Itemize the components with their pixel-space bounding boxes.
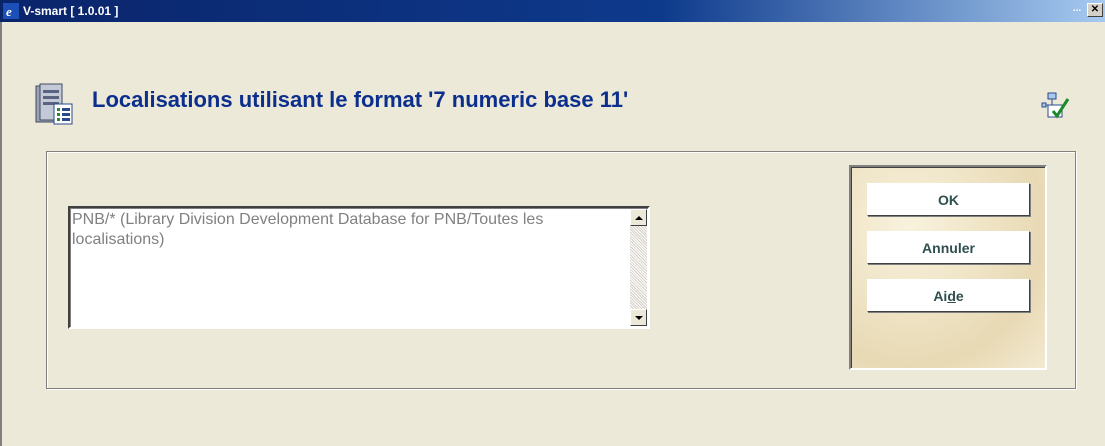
- arrow-down-icon: [634, 315, 643, 320]
- arrow-up-icon: [634, 215, 643, 220]
- minimize-button[interactable]: ...: [1069, 3, 1085, 17]
- database-list-icon: [35, 83, 73, 125]
- svg-text:e: e: [6, 4, 12, 19]
- help-label-prefix: Ai: [933, 287, 948, 304]
- vertical-scrollbar[interactable]: [630, 209, 647, 326]
- list-item[interactable]: PNB/* (Library Division Development Data…: [72, 210, 612, 250]
- help-button[interactable]: Ai d e: [867, 279, 1030, 312]
- help-label-suffix: e: [955, 287, 964, 304]
- button-panel: OK Annuler Ai d e: [849, 165, 1047, 370]
- close-button[interactable]: ✕: [1087, 3, 1103, 17]
- page-title: Localisations utilisant le format '7 num…: [92, 87, 629, 112]
- help-label-mnemonic: d: [947, 287, 956, 304]
- window-titlebar: e V-smart [ 1.0.01 ] ... ✕: [0, 0, 1105, 22]
- ok-button[interactable]: OK: [867, 183, 1030, 216]
- hierarchy-check-icon[interactable]: [1040, 89, 1072, 121]
- window-left-border: [0, 22, 2, 446]
- scroll-up-button[interactable]: [630, 209, 647, 226]
- cancel-button[interactable]: Annuler: [867, 231, 1030, 264]
- app-icon: e: [3, 3, 19, 19]
- window-title: V-smart [ 1.0.01 ]: [23, 4, 119, 18]
- location-listbox[interactable]: PNB/* (Library Division Development Data…: [68, 206, 650, 329]
- scroll-down-button[interactable]: [630, 309, 647, 326]
